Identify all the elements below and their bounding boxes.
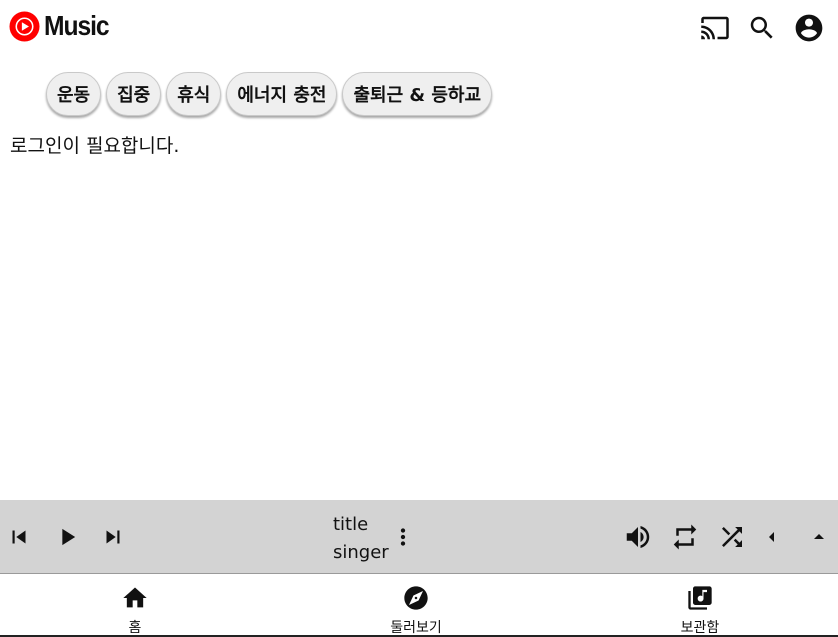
search-button[interactable]: [746, 12, 778, 44]
previous-button[interactable]: [6, 524, 32, 550]
chip-relax[interactable]: 휴식: [166, 72, 222, 116]
explore-icon: [402, 584, 430, 612]
track-artist: singer: [333, 542, 389, 563]
chip-commute[interactable]: 출퇴근 & 등하교: [342, 72, 493, 116]
account-button[interactable]: [793, 12, 825, 44]
bottom-navigation: 홈 둘러보기 보관함: [0, 575, 838, 637]
volume-button[interactable]: [623, 522, 653, 552]
mood-chip-bar: 운동 집중 휴식 에너지 충전 출퇴근 & 등하교: [46, 72, 493, 116]
chip-workout[interactable]: 운동: [46, 72, 102, 116]
login-required-message: 로그인이 필요합니다.: [10, 135, 180, 157]
nav-label-explore: 둘러보기: [390, 620, 442, 636]
track-menu-button[interactable]: [390, 523, 416, 551]
library-music-icon: [686, 584, 714, 612]
arrow-left-icon: [769, 532, 774, 542]
youtube-music-logo-icon: [9, 10, 40, 42]
nav-label-library: 보관함: [680, 620, 720, 636]
nav-item-home[interactable]: 홈: [95, 575, 175, 637]
cast-icon: [701, 16, 729, 40]
skip-next-icon: [106, 530, 120, 544]
account-icon: [795, 14, 823, 42]
player-bar: title singer: [0, 500, 838, 574]
chip-focus[interactable]: 집중: [106, 72, 162, 116]
expand-up-button[interactable]: [807, 525, 831, 549]
search-icon: [750, 16, 773, 39]
play-button[interactable]: [53, 522, 81, 552]
app-logo-text: Music: [44, 10, 110, 41]
nav-item-explore[interactable]: 둘러보기: [371, 575, 461, 637]
repeat-button[interactable]: [670, 522, 700, 552]
repeat-icon: [673, 524, 697, 550]
play-icon: [62, 528, 76, 546]
shuffle-icon: [722, 527, 742, 547]
nav-label-home: 홈: [128, 620, 142, 636]
next-button[interactable]: [100, 524, 126, 550]
skip-previous-icon: [12, 530, 26, 544]
more-vert-icon: [400, 528, 406, 546]
track-title: title: [333, 514, 369, 535]
nav-item-library[interactable]: 보관함: [660, 575, 740, 637]
arrow-up-icon: [814, 534, 824, 539]
collapse-left-button[interactable]: [760, 525, 784, 549]
cast-button[interactable]: [699, 12, 731, 44]
app-header: Music: [0, 0, 838, 56]
shuffle-button[interactable]: [717, 522, 747, 552]
app-logo[interactable]: Music: [9, 10, 117, 42]
home-icon: [121, 584, 149, 612]
chip-energize[interactable]: 에너지 충전: [226, 72, 338, 116]
volume-icon: [626, 526, 650, 548]
